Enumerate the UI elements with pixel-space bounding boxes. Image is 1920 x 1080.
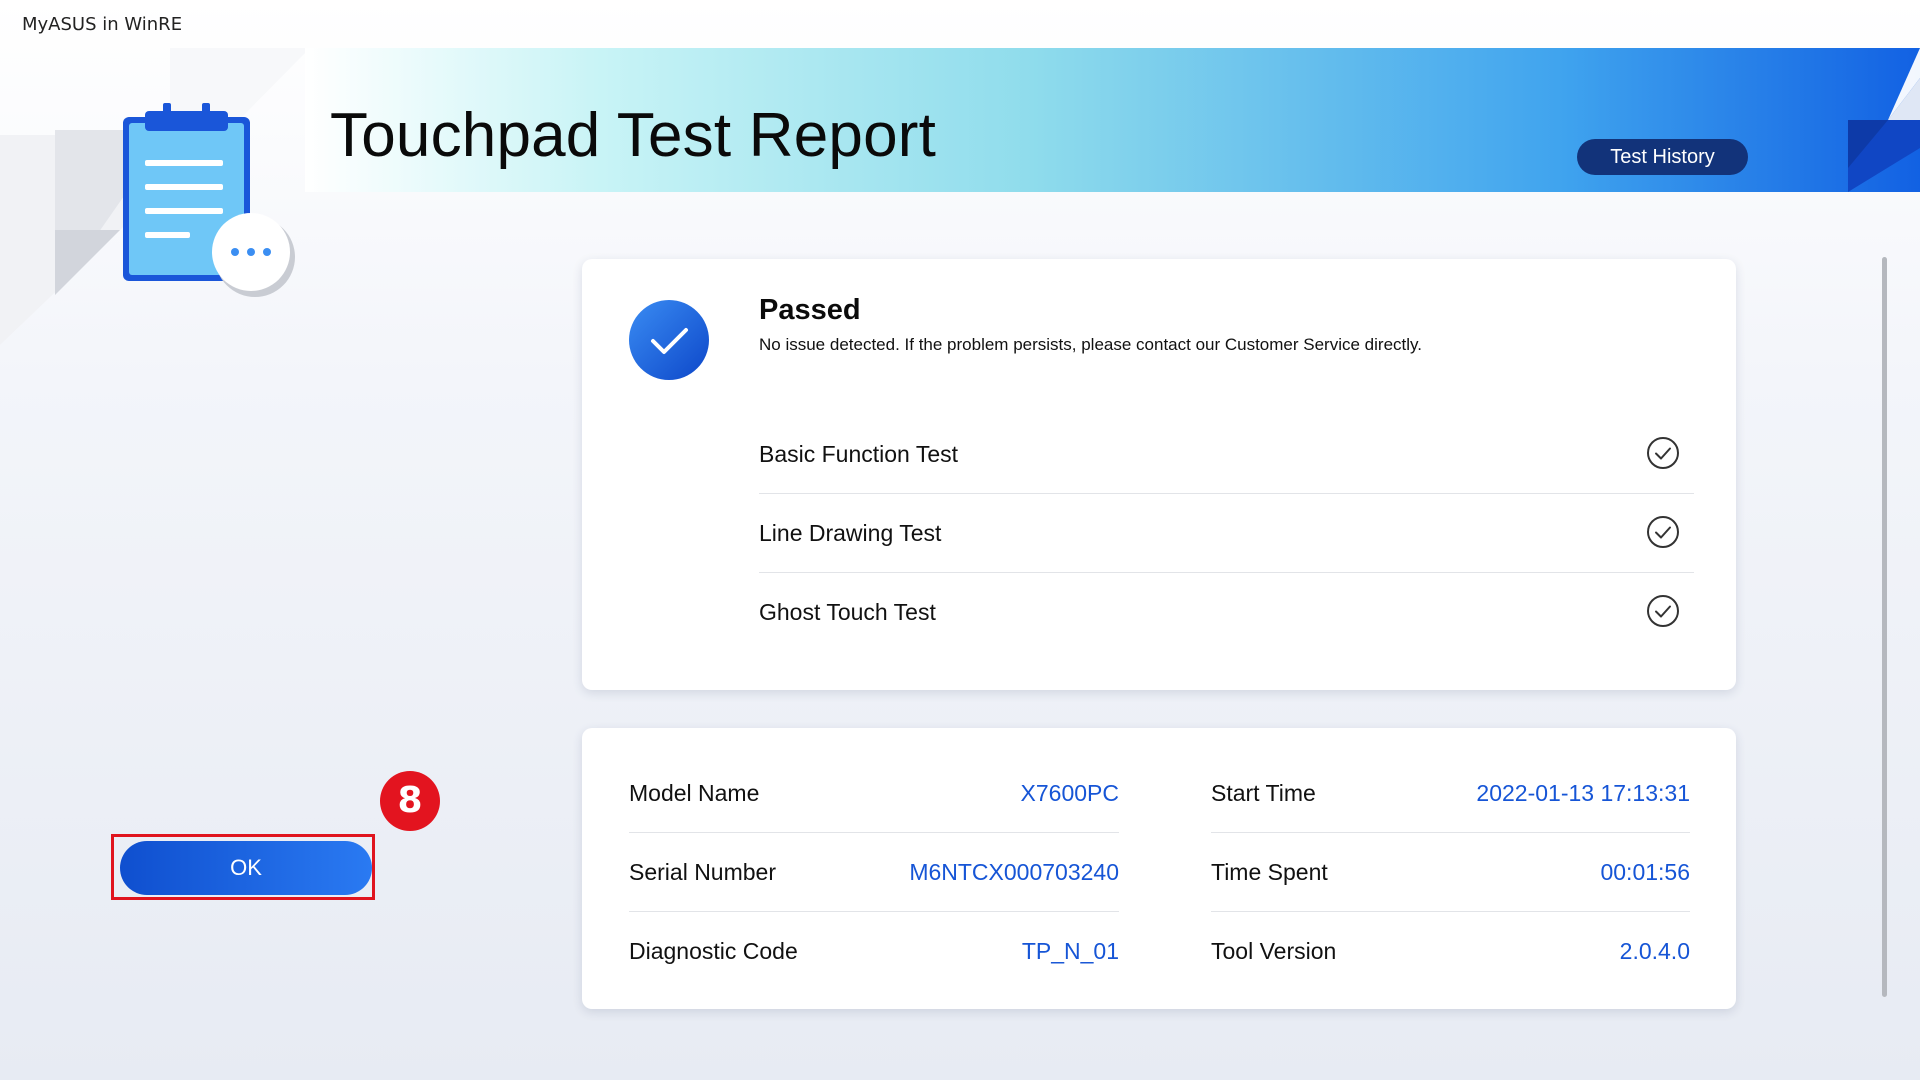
info-value: 2022-01-13 17:13:31 [1476,780,1690,806]
test-history-button[interactable]: Test History [1577,139,1748,175]
info-label: Tool Version [1211,938,1337,964]
passed-check-icon [629,300,709,380]
info-label: Model Name [629,780,760,806]
status-title: Passed [759,294,861,326]
info-label: Start Time [1211,780,1316,806]
result-card: Passed No issue detected. If the problem… [582,259,1736,690]
info-value: 00:01:56 [1600,859,1690,885]
vertical-scrollbar[interactable] [1882,257,1887,997]
info-row-start-time: Start Time 2022-01-13 17:13:31 [1211,754,1690,833]
test-name: Line Drawing Test [759,520,942,546]
info-row-tool-version: Tool Version 2.0.4.0 [1211,912,1690,990]
info-label: Serial Number [629,859,776,885]
info-row-time-spent: Time Spent 00:01:56 [1211,833,1690,912]
test-name: Ghost Touch Test [759,599,936,625]
info-value: TP_N_01 [1021,938,1119,964]
info-row-model-name: Model Name X7600PC [629,754,1119,833]
test-row: Ghost Touch Test [759,573,1694,651]
page-title: Touchpad Test Report [330,101,937,170]
header-corner-decoration [1848,48,1920,192]
info-row-serial-number: Serial Number M6NTCX000703240 [629,833,1119,912]
device-info-right-column: Start Time 2022-01-13 17:13:31 Time Spen… [1211,754,1690,990]
info-label: Diagnostic Code [629,938,798,964]
check-circle-icon [1647,595,1679,627]
info-value: M6NTCX000703240 [909,859,1119,885]
ok-button[interactable]: OK [120,841,372,895]
test-list: Basic Function Test Line Drawing Test Gh… [759,415,1694,651]
device-info-left-column: Model Name X7600PC Serial Number M6NTCX0… [629,754,1119,990]
report-illustration [0,48,310,345]
info-value: 2.0.4.0 [1619,938,1690,964]
test-row: Line Drawing Test [759,494,1694,573]
info-label: Time Spent [1211,859,1328,885]
step-number-badge: 8 [380,771,440,831]
status-description: No issue detected. If the problem persis… [759,335,1422,354]
check-circle-icon [1647,516,1679,548]
info-row-diagnostic-code: Diagnostic Code TP_N_01 [629,912,1119,990]
check-circle-icon [1647,437,1679,469]
device-info-card: Model Name X7600PC Serial Number M6NTCX0… [582,728,1736,1009]
test-row: Basic Function Test [759,415,1694,494]
test-name: Basic Function Test [759,441,959,467]
info-value: X7600PC [1020,780,1119,806]
chat-bubble-icon [212,213,295,297]
